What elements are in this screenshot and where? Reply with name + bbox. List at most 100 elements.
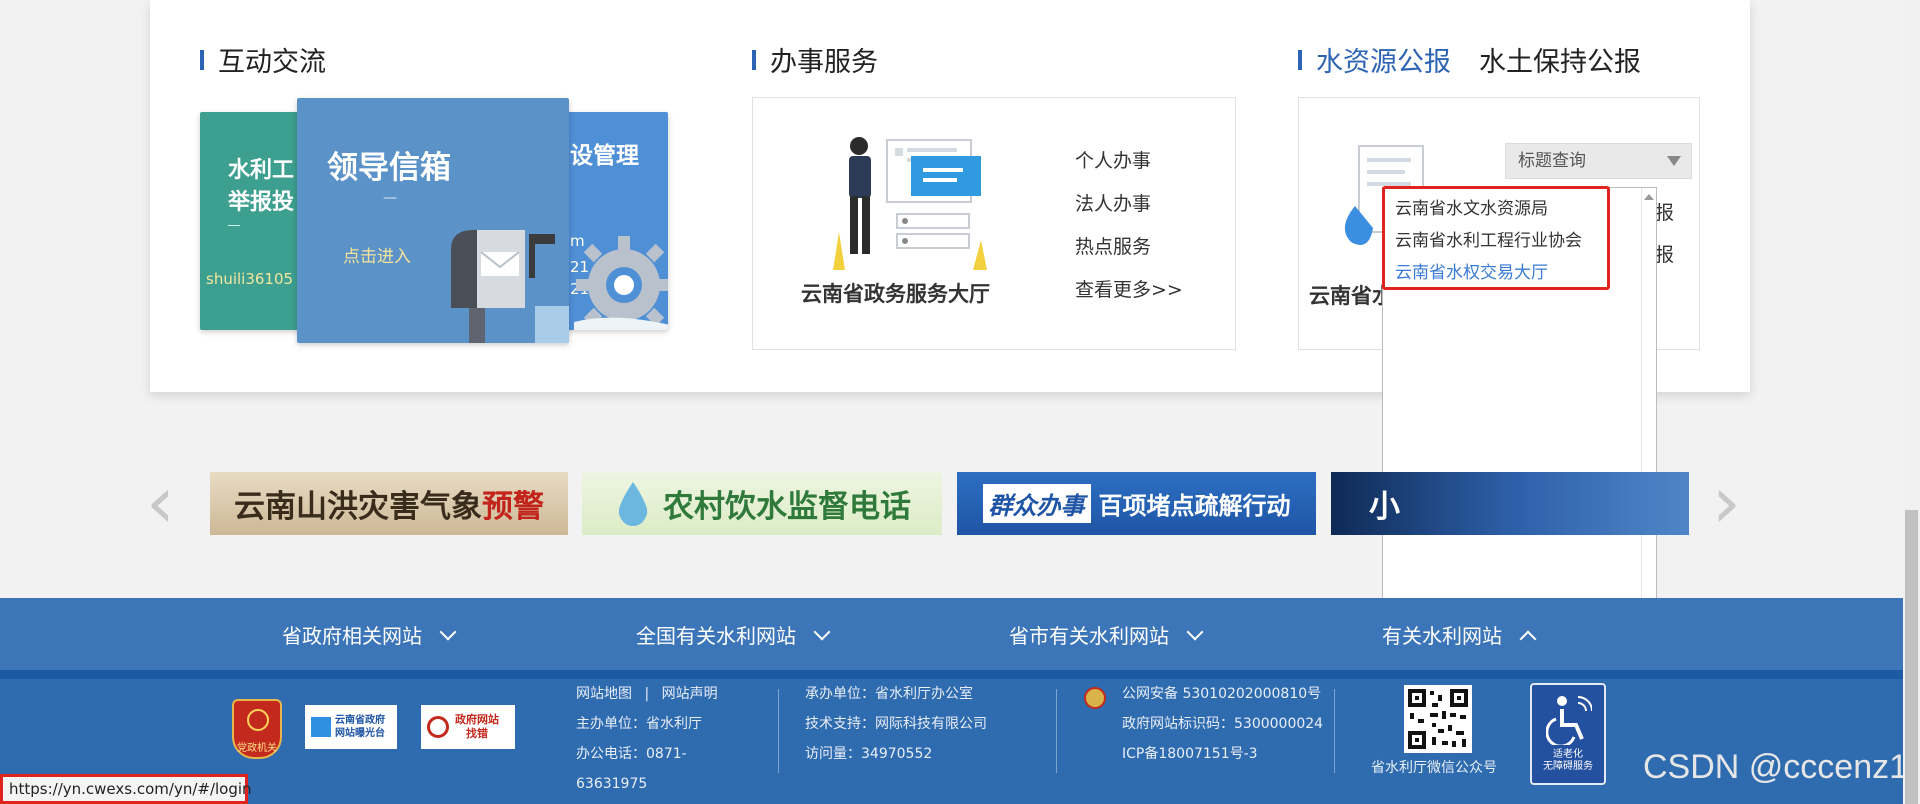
- host-unit-text: 主办单位：省水利厅: [576, 716, 702, 732]
- banner-tag: 群众办事: [982, 484, 1091, 523]
- exposure-icon: [311, 717, 331, 737]
- badge-text: 找错: [466, 727, 488, 740]
- banner-rural-water-hotline[interactable]: 农村饮水监督电话: [582, 472, 942, 535]
- chevron-down-icon: [439, 623, 457, 641]
- accessibility-text: 适老化: [1553, 749, 1583, 760]
- enter-link[interactable]: 点击进入: [343, 242, 411, 267]
- accessibility-text: 无障碍服务: [1543, 761, 1593, 772]
- tech-support-text: 技术支持：网际科技有限公司: [805, 716, 987, 732]
- banner-text: 百项堵点疏解行动: [1098, 492, 1291, 520]
- dropdown-scrollbar[interactable]: [1641, 188, 1656, 610]
- interaction-title-text: 互动交流: [218, 47, 326, 78]
- interaction-section-title: 互动交流: [200, 40, 326, 79]
- service-hall-caption[interactable]: 云南省政务服务大厅: [801, 278, 990, 308]
- footer-nav-label: 全国有关水利网站: [636, 624, 796, 648]
- view-more-link[interactable]: 查看更多>>: [1075, 275, 1183, 302]
- gov-site-id-text: 政府网站标识码：5300000024: [1122, 716, 1324, 732]
- bulletin-caption[interactable]: 云南省水: [1309, 280, 1393, 310]
- bulletin-link[interactable]: 报: [1655, 240, 1674, 267]
- tile-subtext: shuili36105: [206, 270, 294, 288]
- tile-divider: —: [383, 190, 397, 206]
- water-bulletin-tabs: 水资源公报 水土保持公报: [1298, 40, 1669, 79]
- chevron-down-icon: [1667, 156, 1681, 166]
- link-divider: |: [644, 686, 650, 702]
- legal-person-service-link[interactable]: 法人办事: [1075, 189, 1151, 216]
- footer-nav-provincial-gov[interactable]: 省政府相关网站: [282, 620, 457, 649]
- chevron-down-icon: [813, 623, 831, 641]
- wheelchair-icon: [1546, 696, 1592, 745]
- select-value: 标题查询: [1518, 151, 1586, 171]
- chevron-up-icon: [1519, 630, 1537, 648]
- tile-text: 水利工: [228, 158, 295, 183]
- footer-nav-city-water[interactable]: 省市有关水利网站: [1009, 620, 1204, 649]
- icp-link[interactable]: ICP备18007151号-3: [1122, 739, 1258, 769]
- footer-divider-band: [0, 670, 1920, 679]
- tab-water-resources-bulletin[interactable]: 水资源公报: [1316, 40, 1451, 79]
- footer-separator: [778, 689, 779, 773]
- police-record-link[interactable]: 公网安备 53010202000810号: [1122, 679, 1321, 709]
- footer-nav-label: 有关水利网站: [1382, 624, 1502, 648]
- visit-count-text: 访问量：34970552: [805, 746, 933, 762]
- party-gov-badge[interactable]: 党政机关: [232, 699, 282, 759]
- banner-text: 小: [1369, 489, 1400, 525]
- annotation-highlight-box: [1382, 186, 1610, 290]
- title-search-select[interactable]: 标题查询: [1505, 143, 1692, 179]
- organizer-text: 承办单位：省水利厅办公室: [805, 686, 973, 702]
- phone-text: 63631975: [576, 776, 648, 792]
- gov-exposure-badge[interactable]: 云南省政府网站曝光台: [305, 705, 397, 749]
- emblem-icon: [247, 709, 269, 731]
- wechat-caption: 省水利厅微信公众号: [1371, 760, 1497, 776]
- services-title-text: 办事服务: [770, 47, 878, 78]
- hot-service-link[interactable]: 热点服务: [1075, 232, 1151, 259]
- footer-nav-label: 省政府相关网站: [282, 624, 422, 648]
- find-errors-badge[interactable]: 政府网站 找错: [421, 705, 515, 749]
- badge-text: 党政机关: [237, 743, 277, 754]
- service-hall-illustration-icon: [833, 137, 987, 270]
- tile-title: 设管理: [570, 143, 639, 169]
- badge-text: 云南省政府: [335, 715, 385, 726]
- phone-text: 办公电话：0871-: [576, 746, 687, 762]
- accessibility-service-button[interactable]: 适老化 无障碍服务: [1530, 683, 1606, 785]
- sitemap-link[interactable]: 网站地图: [576, 686, 632, 702]
- footer-nav-label: 省市有关水利网站: [1009, 624, 1169, 648]
- sitemap-statement-row: 网站地图 | 网站声明: [576, 679, 718, 709]
- page-scrollbar-thumb[interactable]: [1905, 510, 1918, 804]
- banner-partial[interactable]: 小: [1331, 472, 1689, 535]
- leader-mailbox-tile[interactable]: 领导信箱 — 点击进入: [297, 98, 569, 343]
- chevron-down-icon: [1186, 623, 1204, 641]
- magnifier-icon: [427, 716, 449, 738]
- badge-text: 网站曝光台: [335, 728, 385, 739]
- tab-soil-conservation-bulletin[interactable]: 水土保持公报: [1479, 40, 1641, 79]
- footer-links-nav: 省政府相关网站 全国有关水利网站 省市有关水利网站 有关水利网站: [0, 598, 1920, 670]
- banner-text: 云南山洪灾害气象: [234, 489, 482, 525]
- footer-separator: [1334, 689, 1335, 773]
- services-section-title: 办事服务: [752, 40, 878, 79]
- tile-text: 举报投: [228, 190, 295, 215]
- police-emblem-icon: [1084, 687, 1106, 709]
- wechat-qr-code-icon: [1404, 685, 1472, 753]
- mailbox-icon: [451, 230, 569, 343]
- services-box: 云南省政务服务大厅 个人办事 法人办事 热点服务 查看更多>>: [752, 97, 1236, 350]
- scroll-up-icon[interactable]: [1644, 194, 1654, 200]
- bulletin-link[interactable]: 报: [1655, 198, 1674, 225]
- footer-nav-related-water[interactable]: 有关水利网站: [1382, 620, 1537, 649]
- personal-service-link[interactable]: 个人办事: [1075, 146, 1151, 173]
- statement-link[interactable]: 网站声明: [662, 686, 718, 702]
- tile-divider: [228, 225, 240, 226]
- water-drop-icon: [618, 481, 648, 526]
- construction-management-tile[interactable]: 设管理 m 21 21: [560, 112, 668, 330]
- banner-public-service-action[interactable]: 群众办事 百项堵点疏解行动: [957, 472, 1316, 535]
- banner-flood-warning[interactable]: 云南山洪灾害气象 预警: [210, 472, 568, 535]
- footer-nav-national-water[interactable]: 全国有关水利网站: [636, 620, 831, 649]
- leader-mailbox-title: 领导信箱: [327, 150, 451, 186]
- badge-text: 政府网站: [455, 713, 499, 726]
- carousel-prev-button[interactable]: ‹: [146, 466, 175, 538]
- status-bar-url: https://yn.cwexs.com/yn/#/login: [0, 774, 252, 804]
- footer-info: 党政机关 云南省政府网站曝光台 政府网站 找错 网站地图 | 网站声明 主办单位：…: [0, 679, 1920, 804]
- footer-separator: [1056, 689, 1057, 773]
- csdn-watermark: CSDN @cccenz1: [1643, 748, 1909, 786]
- carousel-next-button[interactable]: ›: [1712, 466, 1741, 538]
- banner-text: 农村饮水监督电话: [663, 489, 911, 525]
- report-complaint-tile[interactable]: 水利工 举报投 shuili36105: [200, 112, 310, 330]
- banner-accent-text: 预警: [482, 489, 544, 525]
